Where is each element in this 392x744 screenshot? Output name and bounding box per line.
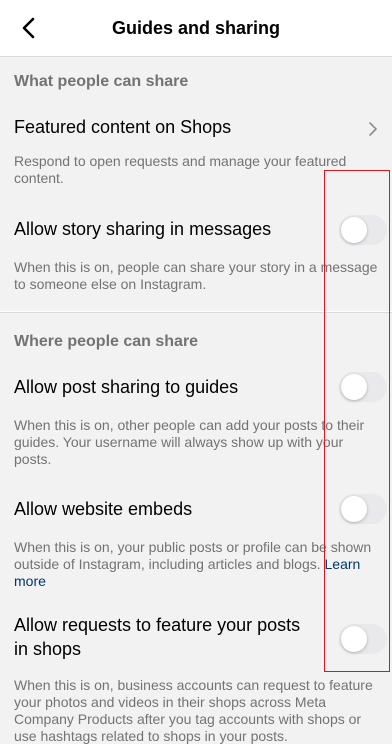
row-label-shops-line2: in shops: [14, 639, 82, 659]
toggle-knob: [341, 496, 367, 522]
row-desc-embeds: When this is on, your public posts or pr…: [14, 539, 384, 590]
row-story-sharing: Allow story sharing in messages When thi…: [0, 195, 392, 311]
row-guides-sharing: Allow post sharing to guides When this i…: [0, 365, 392, 477]
chevron-right-icon: [369, 122, 377, 136]
page-title: Guides and sharing: [111, 18, 281, 38]
row-featured-content[interactable]: Featured content on Shops Respond to ope…: [0, 99, 392, 195]
row-label-story: Allow story sharing in messages: [14, 219, 272, 239]
section-header-what: What people can share: [0, 57, 392, 99]
row-shop-requests: Allow requests to feature your posts in …: [0, 599, 392, 744]
row-label-shops-line1: Allow requests to feature your posts: [14, 615, 301, 635]
toggle-knob: [341, 374, 367, 400]
section-title-where: Where people can share: [14, 333, 199, 350]
row-desc-guides: When this is on, other people can add yo…: [14, 417, 365, 467]
guides-sharing-toggle[interactable]: [339, 372, 387, 402]
section-title-what: What people can share: [14, 73, 189, 90]
row-label-guides: Allow post sharing to guides: [14, 377, 239, 397]
toggle-knob: [341, 626, 367, 652]
section-header-where: Where people can share: [0, 313, 392, 365]
website-embeds-toggle[interactable]: [339, 494, 387, 524]
top-nav-bar: Guides and sharing: [0, 0, 392, 57]
row-desc-shops: When this is on, business accounts can r…: [14, 677, 373, 744]
embeds-desc-text: When this is on, your public posts or pr…: [14, 539, 372, 572]
row-website-embeds: Allow website embeds When this is on, yo…: [0, 477, 392, 599]
screen: Guides and sharing What people can share…: [0, 0, 392, 744]
story-sharing-toggle[interactable]: [339, 215, 387, 245]
row-desc-story: When this is on, people can share your s…: [14, 259, 378, 292]
shop-requests-toggle[interactable]: [339, 624, 387, 654]
row-label-featured: Featured content on Shops: [14, 117, 232, 137]
toggle-knob: [341, 217, 367, 243]
row-label-embeds: Allow website embeds: [14, 499, 193, 519]
row-desc-featured: Respond to open requests and manage your…: [14, 153, 347, 186]
